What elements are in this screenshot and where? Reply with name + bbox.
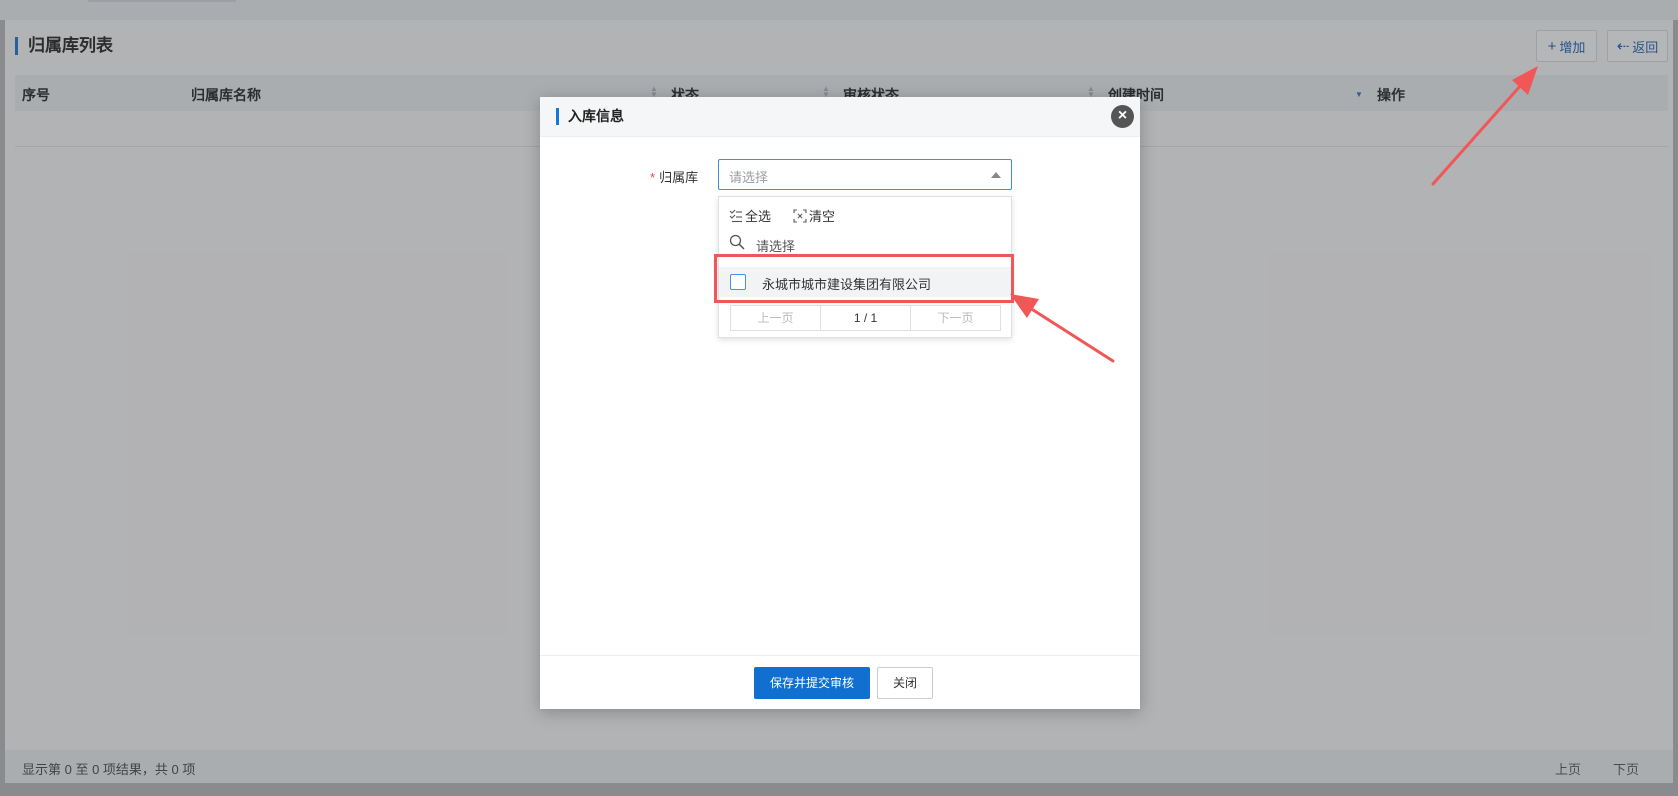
clear-label: 清空 bbox=[809, 209, 836, 224]
select-all-button[interactable]: 全选 bbox=[729, 206, 771, 225]
close-icon[interactable]: × bbox=[1111, 105, 1134, 128]
pager-page-indicator: 1 / 1 bbox=[821, 306, 911, 330]
dropdown-pager: 上一页 1 / 1 下一页 bbox=[730, 305, 1001, 331]
dialog-footer: 保存并提交审核 关闭 bbox=[540, 655, 1140, 709]
save-and-submit-button[interactable]: 保存并提交审核 bbox=[754, 667, 870, 699]
select-all-label: 全选 bbox=[745, 209, 772, 224]
field-label-text: 归属库 bbox=[659, 170, 699, 185]
required-mark: * bbox=[650, 170, 656, 185]
select-placeholder: 请选择 bbox=[729, 170, 769, 185]
pager-prev-button[interactable]: 上一页 bbox=[731, 306, 821, 330]
search-icon bbox=[729, 234, 745, 250]
library-select[interactable]: 请选择 bbox=[718, 159, 1012, 190]
field-label: * 归属库 bbox=[650, 167, 698, 186]
search-input[interactable]: 请选择 bbox=[756, 236, 795, 255]
close-button[interactable]: 关闭 bbox=[877, 667, 933, 699]
caret-up-icon bbox=[991, 172, 1001, 178]
stock-in-dialog: 入库信息 × * 归属库 请选择 全选 清空 请选择 永城市城市建设集团有限公司… bbox=[540, 97, 1140, 709]
pager-next-button[interactable]: 下一页 bbox=[911, 306, 1000, 330]
clear-selection-icon bbox=[793, 208, 807, 223]
dialog-header: 入库信息 × bbox=[540, 97, 1140, 137]
dialog-title: 入库信息 bbox=[556, 108, 624, 125]
checklist-icon bbox=[729, 209, 742, 222]
clear-button[interactable]: 清空 bbox=[793, 206, 835, 225]
annotation-highlight-box bbox=[714, 254, 1014, 303]
